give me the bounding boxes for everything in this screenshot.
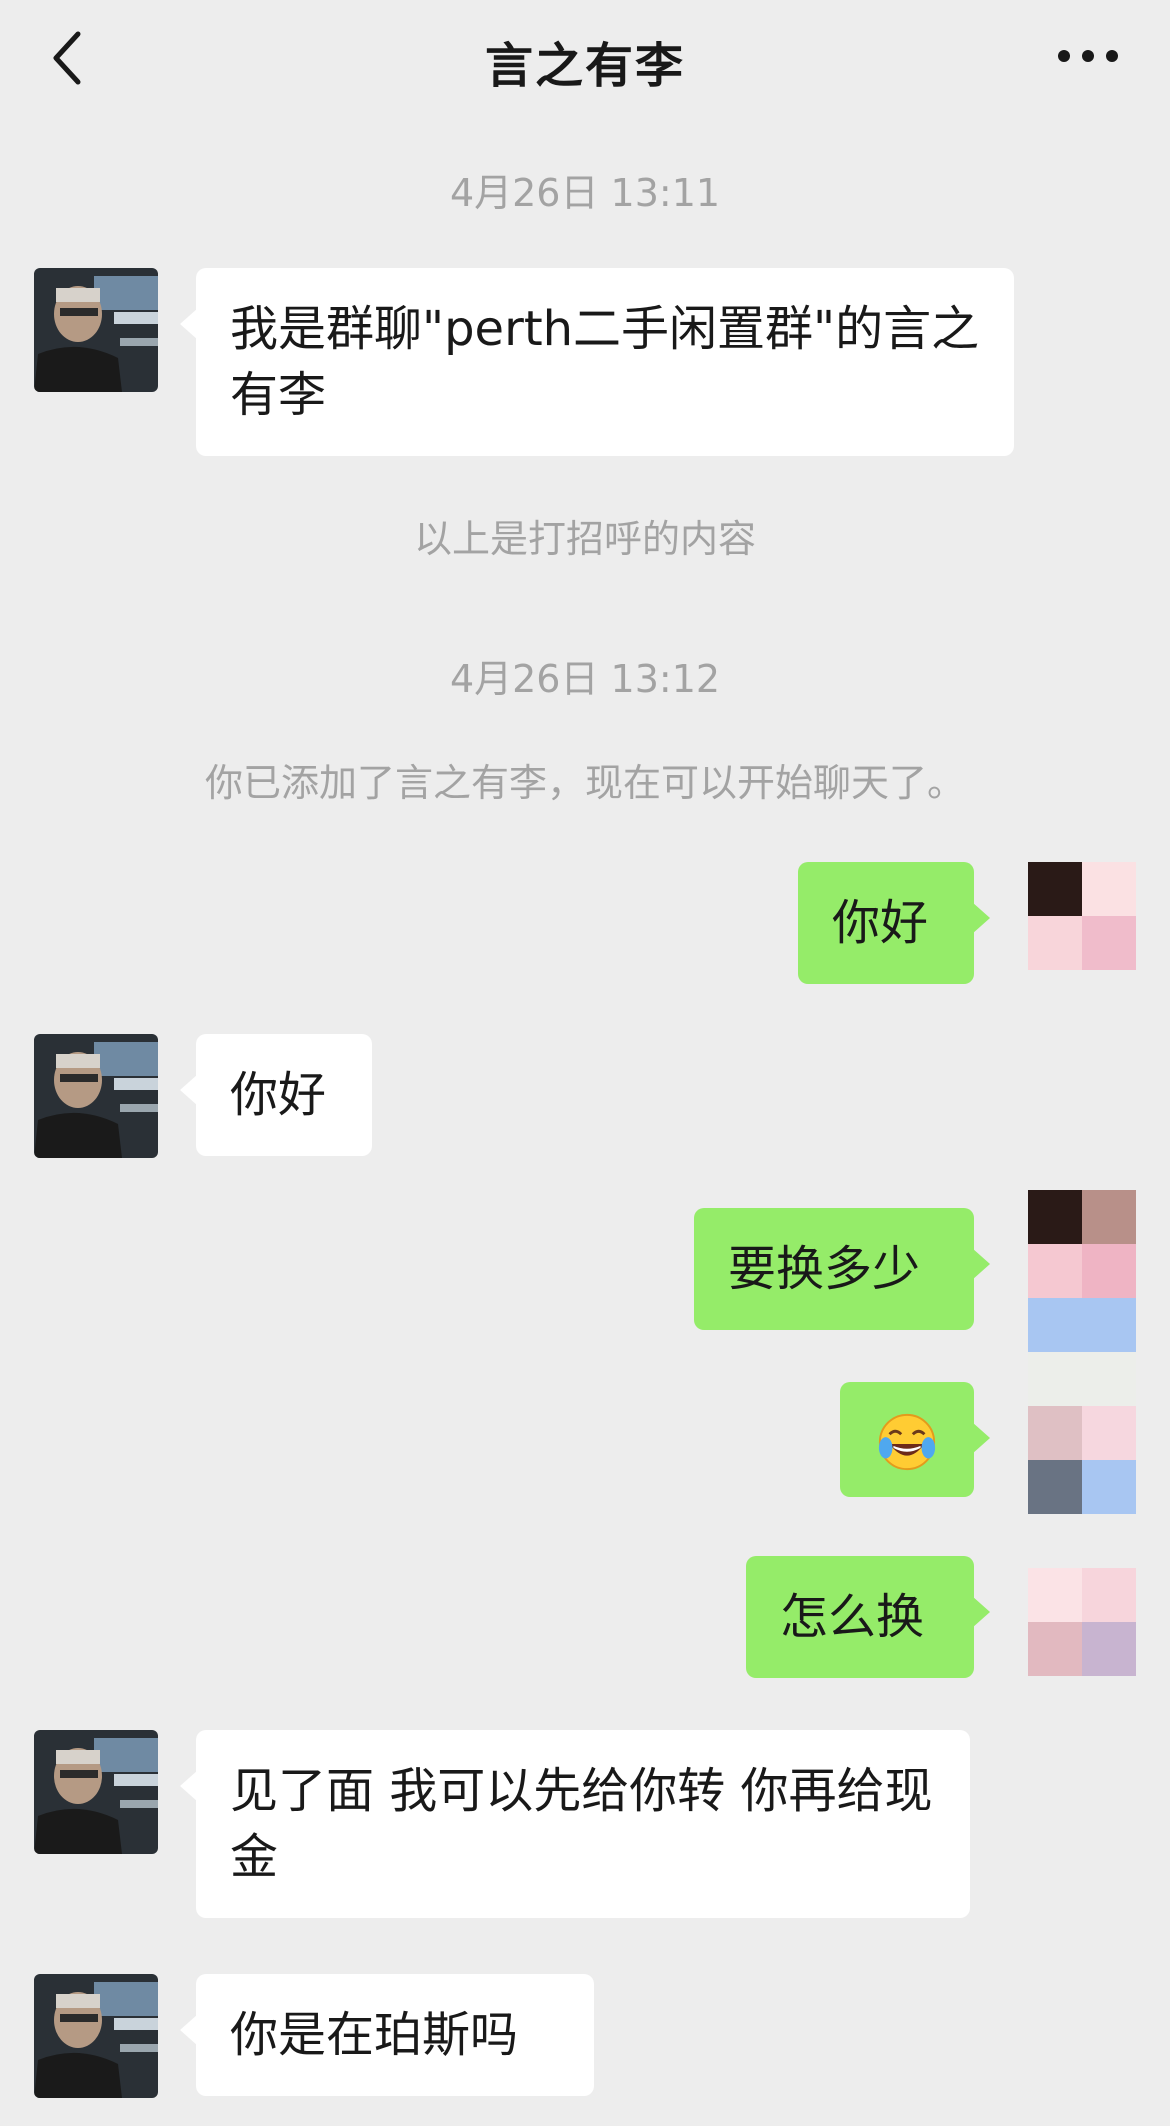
my-avatar[interactable] bbox=[1028, 862, 1136, 970]
contact-photo bbox=[34, 268, 158, 392]
my-avatar[interactable] bbox=[1028, 1352, 1136, 1514]
message-bubble-outgoing[interactable] bbox=[840, 1382, 990, 1497]
contact-photo bbox=[34, 1974, 158, 2098]
contact-avatar[interactable] bbox=[34, 1730, 158, 1854]
message-bubble-outgoing[interactable]: 要换多少 bbox=[694, 1208, 990, 1330]
contact-photo bbox=[34, 1730, 158, 1854]
timestamp: 4月26日 13:12 bbox=[449, 657, 721, 701]
chat-screen: 言之有李 4月26日 13:11 我是群聊"perth二手闲置群"的言之有李 以… bbox=[0, 0, 1170, 2126]
contact-avatar[interactable] bbox=[34, 1974, 158, 2098]
chat-title: 言之有李 bbox=[484, 38, 685, 94]
message-bubble-outgoing[interactable]: 怎么换 bbox=[746, 1556, 990, 1678]
more-button[interactable] bbox=[1050, 30, 1126, 82]
message-bubble-outgoing[interactable]: 你好 bbox=[798, 862, 990, 984]
more-dots-icon bbox=[1058, 50, 1118, 62]
my-avatar[interactable] bbox=[1028, 1568, 1136, 1676]
contact-avatar[interactable] bbox=[34, 268, 158, 392]
timestamp: 4月26日 13:11 bbox=[449, 171, 721, 215]
friend-added-note: 你已添加了言之有李，现在可以开始聊天了。 bbox=[204, 761, 965, 805]
message-bubble-incoming[interactable]: 见了面 我可以先给你转 你再给现金 bbox=[180, 1730, 970, 1918]
contact-avatar[interactable] bbox=[34, 1034, 158, 1158]
message-bubble-incoming[interactable]: 我是群聊"perth二手闲置群"的言之有李 bbox=[180, 268, 1014, 456]
contact-photo bbox=[34, 1034, 158, 1158]
message-bubble-incoming[interactable]: 你是在珀斯吗 bbox=[180, 1974, 594, 2096]
greeting-note: 以上是打招呼的内容 bbox=[413, 517, 756, 561]
tears-of-joy-emoji bbox=[878, 1413, 936, 1471]
my-avatar[interactable] bbox=[1028, 1190, 1136, 1352]
chat-header: 言之有李 bbox=[0, 0, 1170, 118]
message-bubble-incoming[interactable]: 你好 bbox=[180, 1034, 372, 1156]
